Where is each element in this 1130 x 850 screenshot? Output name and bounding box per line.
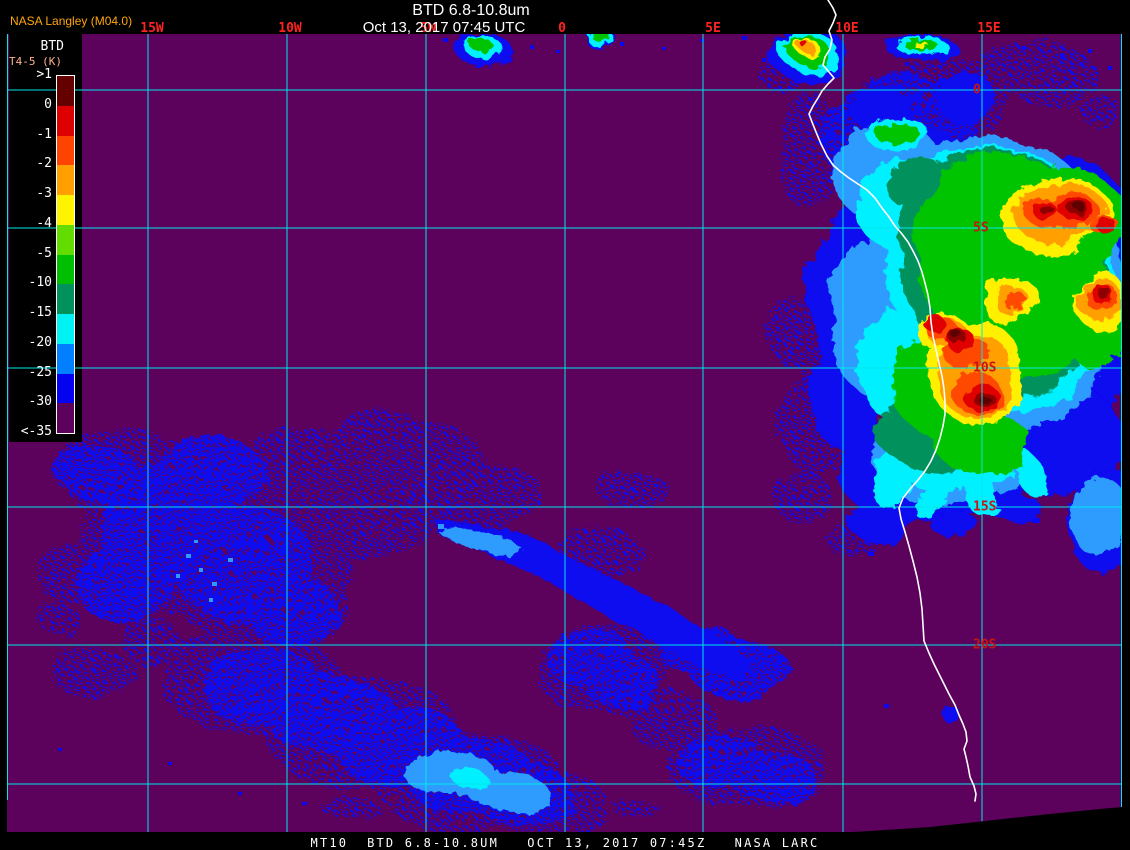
- legend-tick->1: >1: [36, 67, 52, 82]
- agency-credit: NASA Langley (M04.0): [10, 14, 133, 28]
- legend-tick--5: -5: [36, 245, 52, 261]
- legend-tick--2: -2: [36, 156, 52, 172]
- color-scale-legend: BTD T4-5 (K) >1 0 -1 -2 -3 -4 -5 -10 -15 -20 -25 -3…: [9, 34, 82, 442]
- legend-tick-<-35: <-35: [20, 424, 52, 439]
- lat-label-0: 0: [973, 82, 981, 98]
- legend-tick--30: -30: [28, 394, 52, 410]
- legend-swatch-2: [57, 135, 74, 166]
- legend-swatch-7: [57, 284, 74, 314]
- legend-tick-0: 0: [44, 96, 52, 112]
- lon-label-15W: 15W: [140, 21, 164, 36]
- legend-tick--15: -15: [28, 305, 52, 320]
- lat-label-10S: 10S: [973, 360, 997, 376]
- legend-tick--1: -1: [36, 126, 52, 142]
- legend-swatch-9: [57, 343, 74, 374]
- status-bar: MT10 BTD 6.8-10.8UM OCT 13, 2017 07:45Z …: [310, 836, 820, 850]
- map-data-layer: [7, 34, 1122, 832]
- lon-label-5E: 5E: [705, 21, 721, 36]
- legend-swatch-10: [57, 373, 74, 404]
- legend-swatch-1: [57, 105, 74, 136]
- lat-label-15S: 15S: [973, 499, 997, 515]
- map-timestamp: Oct 13, 2017 07:45 UTC: [362, 19, 526, 36]
- legend-swatch-11: [57, 403, 74, 433]
- lon-label-10E: 10E: [835, 21, 859, 36]
- legend-swatch-8: [57, 314, 74, 344]
- legend-tick--25: -25: [28, 364, 52, 380]
- legend-tick--3: -3: [36, 186, 52, 201]
- lon-label-0: 0: [558, 21, 566, 36]
- satellite-map: [7, 0, 1122, 836]
- legend-tick--20: -20: [28, 334, 52, 350]
- lat-label-5S: 5S: [973, 220, 989, 236]
- lat-label-20S: 20S: [973, 637, 997, 653]
- screen: { "header": { "credit": "NASA Langley (M…: [0, 0, 1130, 850]
- legend-title: BTD: [40, 39, 64, 54]
- legend-swatch-5: [57, 224, 74, 255]
- legend-swatch-3: [57, 165, 74, 195]
- lon-label-10W: 10W: [278, 21, 302, 36]
- map-title: BTD 6.8-10.8um: [412, 2, 530, 19]
- legend-tick--10: -10: [28, 275, 52, 291]
- legend-swatch-6: [57, 254, 74, 285]
- legend-color-bar: [56, 75, 75, 434]
- lon-label-15E: 15E: [977, 21, 1001, 36]
- legend-tick--4: -4: [36, 215, 52, 231]
- legend-swatch-0: [57, 76, 74, 106]
- legend-swatch-4: [57, 195, 74, 225]
